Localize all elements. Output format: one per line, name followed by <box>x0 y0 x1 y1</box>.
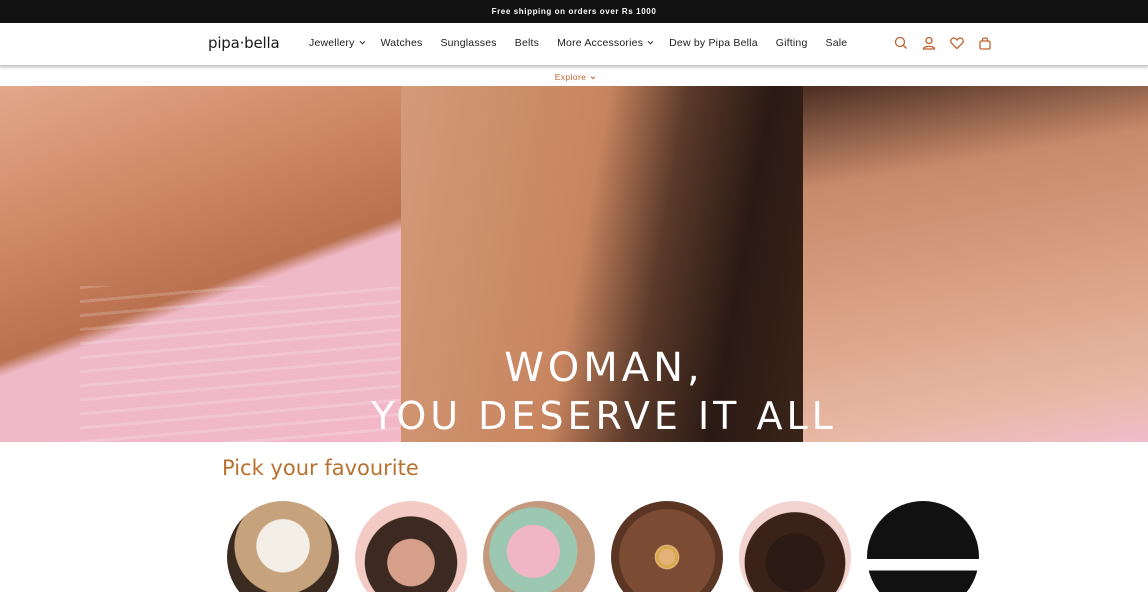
nav-item-dew[interactable]: Dew by Pipa Bella <box>669 37 758 49</box>
category-circle-hair-accessories[interactable] <box>739 501 851 592</box>
category-circle-scarves[interactable] <box>483 501 595 592</box>
wishlist-icon[interactable] <box>949 35 965 51</box>
nav-label: Sunglasses <box>440 37 497 49</box>
cart-icon[interactable] <box>977 35 993 51</box>
hero-banner[interactable]: WOMAN, YOU DESERVE IT ALL <box>0 86 1148 442</box>
hero-line-1: WOMAN, <box>504 345 704 391</box>
nav-label: More Accessories <box>557 37 644 49</box>
explore-label: Explore <box>554 72 587 82</box>
chevron-down-icon <box>591 74 596 80</box>
hero-line-2: YOU DESERVE IT ALL <box>371 394 837 438</box>
announcement-text: Free shipping on orders over Rs 1000 <box>491 7 657 16</box>
nav-label: Belts <box>514 37 540 49</box>
nav-label: Sale <box>825 37 848 49</box>
category-circle-hats[interactable] <box>227 501 339 592</box>
category-circle-sunglasses[interactable] <box>355 501 467 592</box>
nav-item-watches[interactable]: Watches <box>381 37 423 49</box>
nav-item-jewellery[interactable]: Jewellery <box>309 37 365 49</box>
category-circle-earrings[interactable] <box>611 501 723 592</box>
favourites-title: Pick your favourite <box>222 456 419 480</box>
main-nav: Jewellery Watches Sunglasses Belts More … <box>309 37 865 49</box>
category-circle-belts[interactable] <box>867 501 979 592</box>
search-icon[interactable] <box>893 35 909 51</box>
nav-item-sunglasses[interactable]: Sunglasses <box>440 37 496 49</box>
nav-item-belts[interactable]: Belts <box>515 37 539 49</box>
header-icons <box>893 35 1005 51</box>
nav-label: Jewellery <box>309 37 355 49</box>
chevron-down-icon <box>359 38 365 45</box>
account-icon[interactable] <box>921 35 937 51</box>
hero-headline: WOMAN, YOU DESERVE IT ALL <box>0 344 1148 440</box>
earring-mark <box>656 546 678 568</box>
site-logo[interactable]: pipa·bella <box>208 34 280 52</box>
site-header: pipa·bella Jewellery Watches Sunglasses … <box>0 23 1148 66</box>
nav-item-gifting[interactable]: Gifting <box>776 37 808 49</box>
chevron-down-icon <box>647 38 654 45</box>
nav-item-sale[interactable]: Sale <box>826 37 848 49</box>
nav-label: Gifting <box>775 37 808 49</box>
category-circles <box>227 501 995 592</box>
nav-label: Watches <box>380 37 423 49</box>
explore-toggle[interactable]: Explore <box>0 72 1148 82</box>
nav-item-more-accessories[interactable]: More Accessories <box>557 37 654 49</box>
announcement-bar: Free shipping on orders over Rs 1000 <box>0 0 1148 23</box>
nav-label: Dew by Pipa Bella <box>669 37 758 49</box>
